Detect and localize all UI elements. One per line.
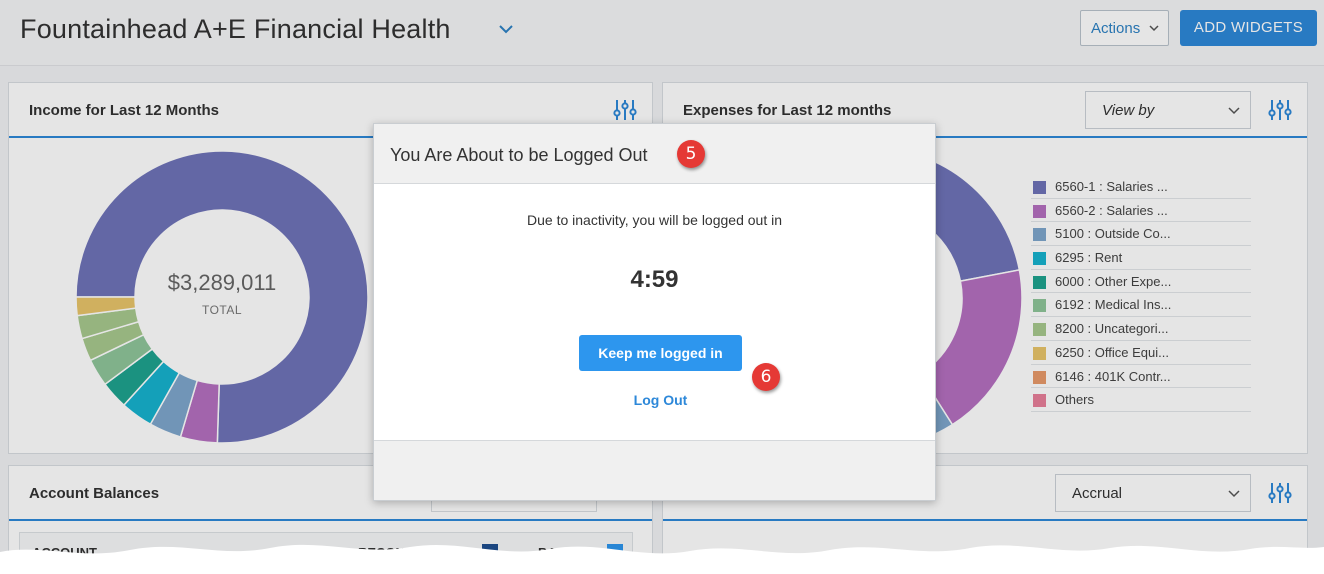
keep-logged-in-button[interactable]: Keep me logged in: [579, 335, 742, 371]
countdown-timer: 4:59: [630, 266, 679, 293]
log-out-link[interactable]: Log Out: [579, 392, 742, 408]
modal-title: You Are About to be Logged Out: [390, 145, 648, 165]
dashboard-page: Fountainhead A+E Financial Health Action…: [0, 0, 1324, 574]
modal-footer: [374, 440, 935, 500]
modal-header: You Are About to be Logged Out: [374, 124, 935, 184]
torn-edge-decoration: [0, 544, 1324, 574]
step-badge: 5: [677, 140, 705, 168]
modal-message: Due to inactivity, you will be logged ou…: [527, 212, 782, 228]
logout-warning-modal: You Are About to be Logged Out Due to in…: [373, 123, 936, 501]
step-badge: 6: [752, 363, 780, 391]
